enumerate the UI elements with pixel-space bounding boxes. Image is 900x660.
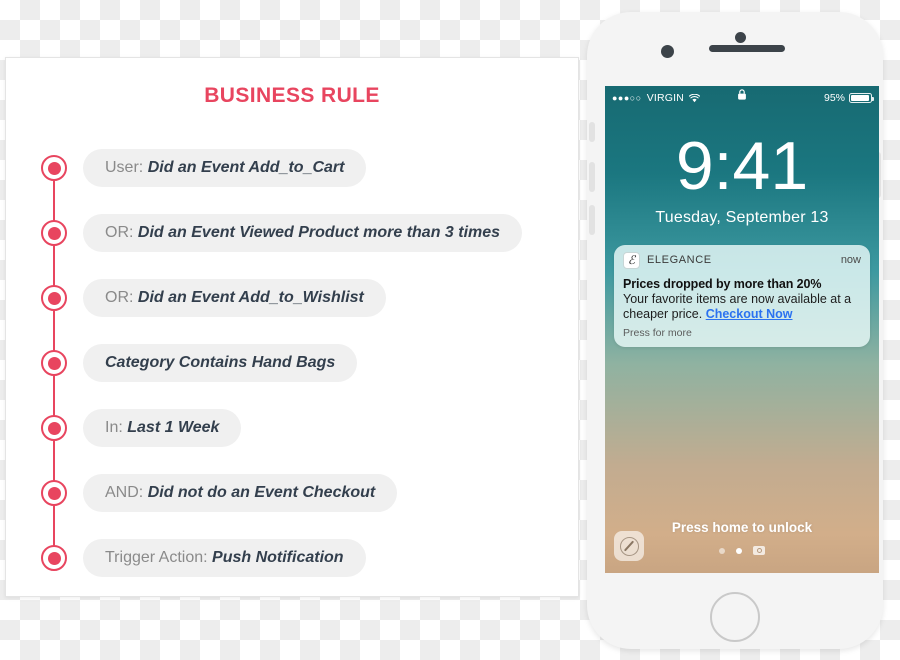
- notification-footer-hint: Press for more: [623, 327, 692, 340]
- rule-row[interactable]: OR: Did an Event Viewed Product more tha…: [6, 213, 578, 253]
- lock-icon: [738, 89, 747, 100]
- rule-value: Push Notification: [212, 549, 344, 566]
- timeline-node: [41, 220, 67, 246]
- rule-label: OR:: [105, 289, 134, 306]
- rule-pill[interactable]: Trigger Action: Push Notification: [83, 539, 366, 577]
- battery-status: 95%: [823, 92, 874, 104]
- lock-screen-clock: 9:41: [675, 128, 809, 204]
- rule-value: Did an Event Viewed Product more than 3 …: [137, 224, 501, 241]
- notification-title: Prices dropped by more than 20%: [623, 276, 822, 291]
- rule-row[interactable]: In: Last 1 Week: [6, 408, 578, 448]
- rule-label: Trigger Action:: [105, 549, 208, 566]
- rule-value: Category Contains Hand Bags: [105, 354, 336, 371]
- rule-value: Did an Event Add_to_Cart: [147, 159, 345, 176]
- rule-row[interactable]: AND: Did not do an Event Checkout: [6, 473, 578, 513]
- rule-pill[interactable]: Category Contains Hand Bags: [83, 344, 358, 382]
- phone-mockup: ●●●○○ VIRGIN 95% 9:41 Tuesday, September…: [580, 12, 890, 649]
- push-notification-banner[interactable]: ℰ ELEGANCE now Prices dropped by more th…: [614, 244, 870, 348]
- battery-fill: [851, 95, 870, 101]
- rule-label: OR:: [105, 224, 134, 241]
- page-dot-active[interactable]: [736, 547, 742, 554]
- earpiece-speaker: [709, 45, 785, 52]
- lock-screen-date: Tuesday, September 13: [655, 208, 829, 226]
- front-camera-icon: [735, 32, 746, 43]
- phone-screen[interactable]: ●●●○○ VIRGIN 95% 9:41 Tuesday, September…: [605, 86, 879, 573]
- volume-up-button[interactable]: [589, 162, 595, 192]
- rule-label: AND:: [105, 484, 144, 501]
- timeline-node: [41, 350, 67, 376]
- unlock-hint-label: Press home to unlock: [671, 520, 813, 535]
- rule-timeline: User: Did an Event Add_to_Cart OR: Did a…: [6, 138, 578, 596]
- rule-value: Last 1 Week: [127, 419, 220, 436]
- page-indicator: [605, 546, 879, 555]
- checkout-now-link[interactable]: Checkout Now: [706, 307, 793, 321]
- rule-label: In:: [105, 419, 123, 436]
- battery-percent-label: 95%: [823, 92, 845, 104]
- notification-app-name: ELEGANCE: [647, 254, 712, 267]
- rule-pill[interactable]: In: Last 1 Week: [83, 409, 242, 447]
- status-bar: ●●●○○ VIRGIN 95%: [605, 86, 879, 108]
- phone-body: ●●●○○ VIRGIN 95% 9:41 Tuesday, September…: [587, 12, 883, 649]
- business-rule-card: BUSINESS RULE User: Did an Event Add_to_…: [5, 57, 579, 597]
- rule-pill[interactable]: OR: Did an Event Viewed Product more tha…: [83, 214, 523, 252]
- timeline-node: [41, 285, 67, 311]
- rule-pill[interactable]: OR: Did an Event Add_to_Wishlist: [83, 279, 386, 317]
- rule-pill[interactable]: AND: Did not do an Event Checkout: [83, 474, 398, 512]
- camera-icon[interactable]: [753, 546, 765, 555]
- proximity-sensor-icon: [661, 45, 674, 58]
- signal-strength-icon: ●●●○○: [612, 93, 642, 103]
- volume-down-button[interactable]: [589, 205, 595, 235]
- notification-header: ℰ ELEGANCE now: [623, 251, 861, 269]
- timeline-node: [41, 155, 67, 181]
- timeline-node: [41, 415, 67, 441]
- rule-row[interactable]: Category Contains Hand Bags: [6, 343, 578, 383]
- page-title: BUSINESS RULE: [204, 84, 380, 107]
- rule-value: Did an Event Add_to_Wishlist: [137, 289, 364, 306]
- battery-icon: [849, 93, 874, 103]
- rule-pill[interactable]: User: Did an Event Add_to_Cart: [83, 149, 367, 187]
- rule-row[interactable]: OR: Did an Event Add_to_Wishlist: [6, 278, 578, 318]
- ring-switch-button[interactable]: [589, 122, 595, 142]
- wifi-icon: [689, 93, 701, 103]
- elegance-app-icon: ℰ: [623, 251, 640, 269]
- notification-timestamp: now: [840, 254, 861, 267]
- rule-label: User:: [105, 159, 144, 176]
- timeline-node: [41, 480, 67, 506]
- page-dot[interactable]: [719, 547, 725, 554]
- compass-icon[interactable]: [614, 531, 644, 561]
- home-button[interactable]: [710, 592, 760, 642]
- timeline-node: [41, 545, 67, 571]
- notification-body: Your favorite items are now available at…: [623, 292, 861, 323]
- rule-row[interactable]: Trigger Action: Push Notification: [6, 538, 578, 578]
- rule-row[interactable]: User: Did an Event Add_to_Cart: [6, 148, 578, 188]
- carrier-label: VIRGIN: [646, 92, 685, 104]
- rule-value: Did not do an Event Checkout: [147, 484, 376, 501]
- compass-needle: [619, 536, 639, 556]
